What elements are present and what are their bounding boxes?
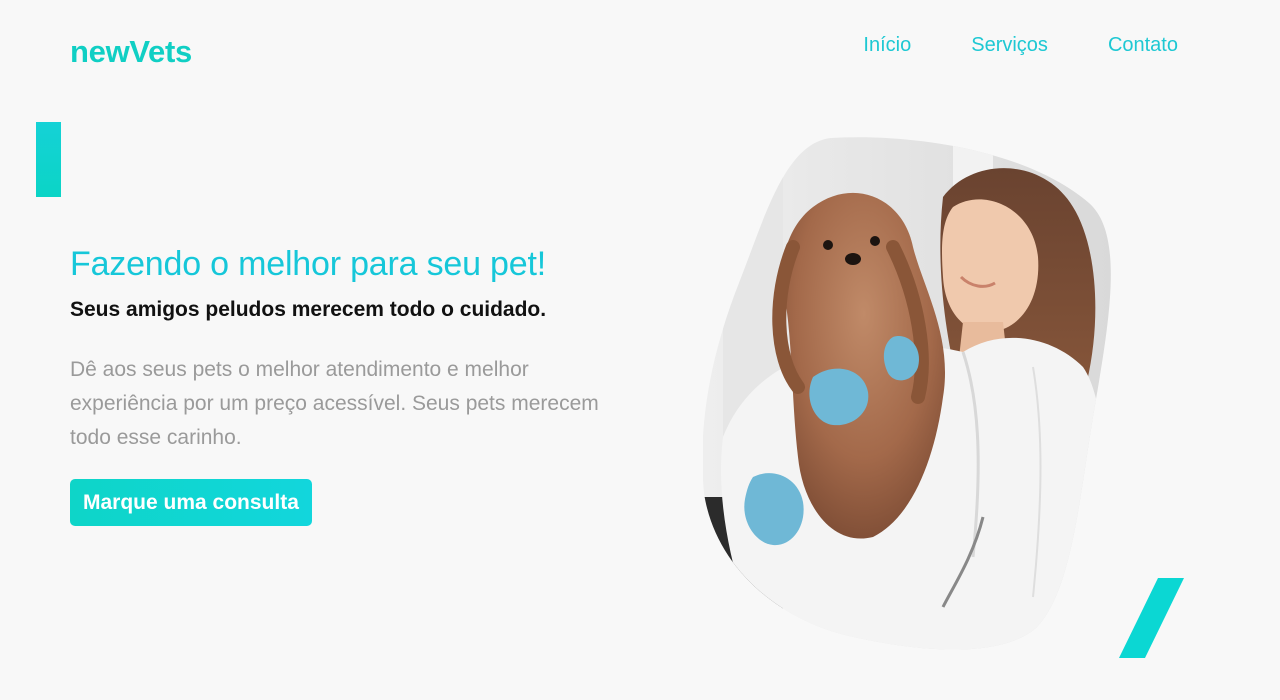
hero-section: Fazendo o melhor para seu pet! Seus amig…	[70, 242, 630, 526]
hero-description: Dê aos seus pets o melhor atendimento e …	[70, 358, 599, 449]
book-appointment-button[interactable]: Marque uma consulta	[70, 479, 312, 526]
logo[interactable]: newVets	[70, 34, 192, 70]
nav-link-contato[interactable]: Contato	[1108, 34, 1178, 57]
hero-image	[703, 137, 1111, 650]
hero-subheadline: Seus amigos peludos merecem todo o cuida…	[70, 298, 547, 321]
main-nav: Início Serviços Contato	[863, 34, 1178, 57]
decorative-slash	[1118, 578, 1184, 658]
nav-link-inicio[interactable]: Início	[863, 34, 911, 57]
decorative-bar	[36, 122, 61, 197]
nav-link-servicos[interactable]: Serviços	[971, 34, 1048, 57]
landing-page: newVets Início Serviços Contato Fazendo …	[0, 0, 1280, 700]
hero-headline: Fazendo o melhor para seu pet!	[70, 245, 546, 283]
